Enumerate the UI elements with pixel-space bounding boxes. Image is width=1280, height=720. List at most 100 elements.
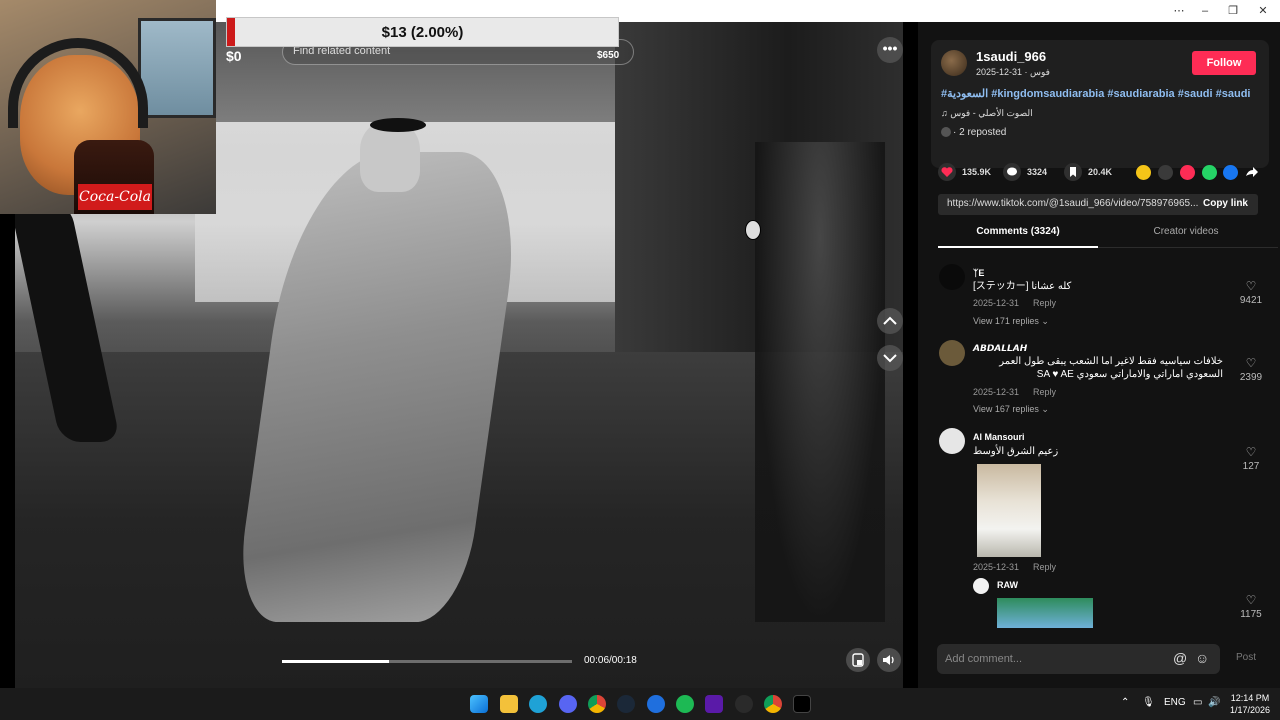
minimize-button[interactable]: – bbox=[1191, 0, 1219, 22]
coin-share-icon[interactable] bbox=[1136, 165, 1151, 180]
reply-username[interactable]: RAW bbox=[997, 580, 1018, 590]
creator-mini-avatar[interactable] bbox=[745, 220, 761, 240]
heart-outline-icon: ♡ bbox=[1245, 593, 1257, 607]
webcam-overlay: Coca-Cola bbox=[0, 0, 216, 214]
author-name[interactable]: 1saudi_966 bbox=[976, 49, 1046, 64]
comment-meta: 2025-12-31 Reply bbox=[973, 298, 1056, 308]
reply-button[interactable]: Reply bbox=[1033, 562, 1056, 572]
video-more-button[interactable]: ••• bbox=[877, 37, 903, 63]
comment-input[interactable] bbox=[945, 650, 1165, 668]
embed-icon[interactable] bbox=[1158, 165, 1173, 180]
donation-goal-min: $0 bbox=[226, 48, 242, 64]
system-clock[interactable]: 12:14 PM 1/17/2026 bbox=[1226, 692, 1274, 716]
comment-like-button[interactable]: ♡ 2399 bbox=[1236, 357, 1266, 383]
author-date: 2025-12-31 · فوس bbox=[976, 67, 1050, 77]
file-explorer-icon[interactable] bbox=[500, 695, 518, 713]
steam-icon[interactable] bbox=[617, 695, 635, 713]
comment-avatar[interactable] bbox=[939, 340, 965, 366]
volume-button[interactable] bbox=[877, 648, 901, 672]
comment-like-count: 1175 bbox=[1240, 609, 1262, 620]
floating-player-button[interactable] bbox=[846, 648, 870, 672]
comment-text: خلافات سياسيه فقط لاغير اما الشعب يبقى ط… bbox=[999, 356, 1223, 380]
comment-list[interactable]: ᛉE [ステッカー] كله عشانا 2025-12-31 Reply Vie… bbox=[918, 258, 1280, 628]
comment-like-button[interactable]: ♡ 9421 bbox=[1236, 280, 1266, 306]
emoji-icon[interactable]: ☺ bbox=[1195, 650, 1209, 666]
display-icon[interactable]: ▭ bbox=[1193, 697, 1202, 708]
video-url: https://www.tiktok.com/@1saudi_966/video… bbox=[947, 198, 1199, 209]
chrome-profile-icon[interactable] bbox=[764, 695, 782, 713]
tab-creator-videos[interactable]: Creator videos bbox=[1106, 226, 1266, 237]
comment-meta: 2025-12-31 Reply bbox=[973, 387, 1056, 397]
mention-icon[interactable]: @ bbox=[1173, 650, 1187, 666]
spotify-icon[interactable] bbox=[676, 695, 694, 713]
video-progress-bar[interactable] bbox=[282, 660, 572, 663]
video-frame-blurred-figure bbox=[755, 142, 885, 622]
facebook-icon[interactable] bbox=[1223, 165, 1238, 180]
next-video-button[interactable] bbox=[877, 345, 903, 371]
comment-date: 2025-12-31 bbox=[973, 298, 1020, 308]
active-tab-indicator bbox=[938, 246, 1098, 248]
maximize-button[interactable]: ❐ bbox=[1219, 0, 1247, 22]
comment-input-box[interactable]: @ ☺ bbox=[937, 644, 1220, 674]
repost-icon[interactable] bbox=[1180, 165, 1195, 180]
video-info-card: 1saudi_966 2025-12-31 · فوس Follow #السع… bbox=[931, 40, 1269, 168]
heart-outline-icon: ♡ bbox=[1245, 279, 1257, 293]
engagement-stats: 135.9K 3324 20.4K bbox=[938, 162, 1278, 182]
tab-comments[interactable]: Comments (3324) bbox=[938, 226, 1098, 237]
comment-icon bbox=[1003, 163, 1021, 181]
edge-icon[interactable] bbox=[529, 695, 547, 713]
video-link-box[interactable]: https://www.tiktok.com/@1saudi_966/video… bbox=[938, 194, 1258, 215]
reply-avatar[interactable] bbox=[973, 578, 989, 594]
webcam-monitor bbox=[138, 18, 216, 118]
chrome-icon[interactable] bbox=[588, 695, 606, 713]
reply-button[interactable]: Reply bbox=[1033, 298, 1056, 308]
view-replies-button[interactable]: View 171 replies ⌄ bbox=[973, 316, 1049, 327]
nzxt-icon[interactable] bbox=[705, 695, 723, 713]
video-progress-fill bbox=[282, 660, 390, 663]
donation-goal-text: $13 (2.00%) bbox=[381, 24, 464, 41]
post-button[interactable]: Post bbox=[1236, 652, 1256, 663]
clock-date: 1/17/2026 bbox=[1229, 705, 1271, 715]
like-count: 135.9K bbox=[962, 167, 992, 177]
comment-count: 3324 bbox=[1027, 167, 1048, 177]
reply-button[interactable]: Reply bbox=[1033, 387, 1056, 397]
chevron-up-icon bbox=[883, 316, 897, 325]
comment-username[interactable]: Al Mansouri bbox=[973, 432, 1025, 442]
view-replies-button[interactable]: View 167 replies ⌄ bbox=[973, 404, 1049, 415]
video-time: 00:06/00:18 bbox=[584, 655, 637, 666]
comment-avatar[interactable] bbox=[939, 264, 965, 290]
bookmark-icon bbox=[1064, 163, 1082, 181]
share-arrow-icon[interactable] bbox=[1244, 165, 1259, 180]
microphone-icon[interactable]: 🎙 bbox=[1142, 697, 1155, 708]
discord-icon[interactable] bbox=[559, 695, 577, 713]
copy-link-button[interactable]: Copy link bbox=[1203, 198, 1248, 209]
reposted-info[interactable]: · 2 reposted bbox=[941, 127, 1006, 138]
close-button[interactable]: ✕ bbox=[1249, 0, 1277, 22]
video-hashtags[interactable]: #السعودية #kingdomsaudiarabia #saudiarab… bbox=[941, 87, 1261, 100]
volume-tray-icon[interactable]: 🔊 bbox=[1208, 697, 1220, 708]
details-panel: 1saudi_966 2025-12-31 · فوس Follow #السع… bbox=[918, 22, 1280, 688]
tray-chevron-icon[interactable]: ⌃ bbox=[1121, 697, 1129, 708]
previous-video-button[interactable] bbox=[877, 308, 903, 334]
comment-photo[interactable] bbox=[977, 464, 1041, 557]
tiktok-icon[interactable] bbox=[793, 695, 811, 713]
obs-icon[interactable] bbox=[735, 695, 753, 713]
donation-goal-bar: $13 (2.00%) bbox=[226, 17, 619, 47]
comment-like-button[interactable]: ♡ 127 bbox=[1236, 446, 1266, 472]
comment-avatar[interactable] bbox=[939, 428, 965, 454]
author-avatar[interactable] bbox=[941, 50, 967, 76]
whatsapp-icon[interactable] bbox=[1202, 165, 1217, 180]
comment-like-button[interactable]: ♡ 1175 bbox=[1236, 594, 1266, 620]
start-icon[interactable] bbox=[470, 695, 488, 713]
taskbar: ⌃ 🎙 ENG ▭ 🔊 12:14 PM 1/17/2026 bbox=[0, 688, 1280, 720]
reply-photo[interactable] bbox=[997, 598, 1093, 628]
comment-username[interactable]: ᛉE bbox=[973, 268, 984, 278]
more-options-icon[interactable]: ⋯ bbox=[1165, 0, 1193, 22]
comment-username[interactable]: 𝘼𝘽𝘿𝘼𝙇𝙇𝘼𝙃 bbox=[973, 343, 1027, 354]
app-icon[interactable] bbox=[647, 695, 665, 713]
follow-button[interactable]: Follow bbox=[1192, 51, 1256, 75]
language-indicator[interactable]: ENG bbox=[1164, 697, 1186, 708]
video-sound[interactable]: ♫ الصوت الأصلي - فوس bbox=[941, 108, 1033, 119]
donation-goal-max: $650 bbox=[597, 50, 620, 61]
comment-date: 2025-12-31 bbox=[973, 562, 1020, 572]
